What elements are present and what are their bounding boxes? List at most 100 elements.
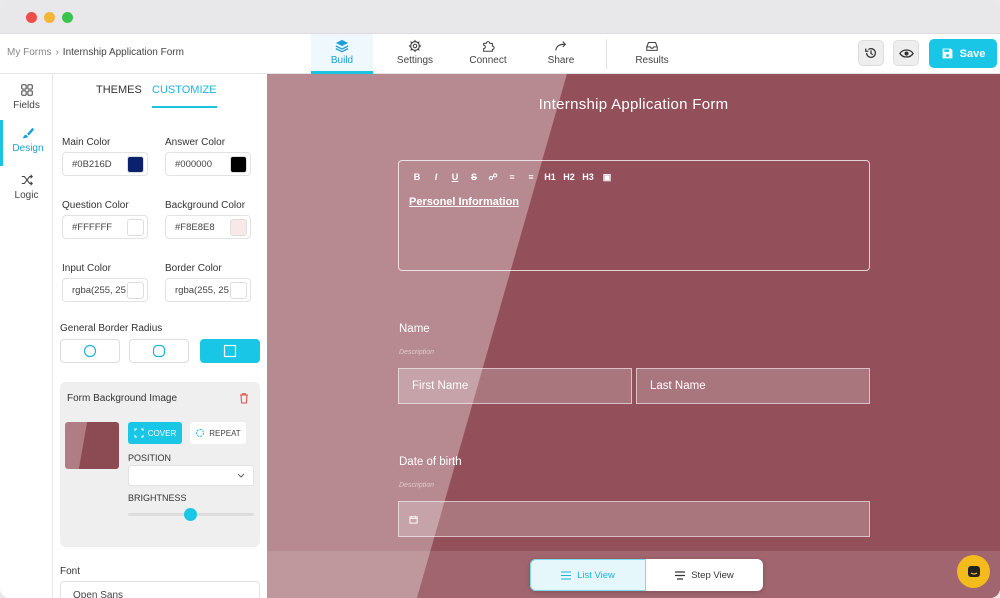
- save-label: Save: [959, 47, 986, 60]
- history-button[interactable]: [858, 40, 884, 66]
- link-icon[interactable]: ☍: [487, 172, 499, 183]
- input-color-value: rgba(255, 25: [72, 285, 126, 296]
- tab-results[interactable]: Results: [622, 34, 682, 74]
- background-color-label: Background Color: [165, 200, 246, 211]
- name-question-label[interactable]: Name: [399, 323, 430, 335]
- cover-button[interactable]: COVER: [128, 422, 182, 444]
- border-color-label: Border Color: [165, 263, 222, 274]
- chat-button[interactable]: [957, 555, 990, 588]
- dob-question-label[interactable]: Date of birth: [399, 456, 462, 468]
- dob-input[interactable]: [398, 501, 870, 537]
- step-view-button[interactable]: Step View: [646, 559, 763, 591]
- rail-fields[interactable]: Fields: [0, 77, 53, 123]
- first-name-input[interactable]: First Name: [398, 368, 632, 404]
- top-bar: My Forms › Internship Application Form Bui…: [0, 34, 1000, 74]
- border-color-value: rgba(255, 25: [175, 285, 229, 296]
- expand-icon: [134, 428, 144, 438]
- list-view-button[interactable]: List View: [530, 559, 646, 591]
- background-color-swatch[interactable]: [230, 219, 247, 236]
- position-select[interactable]: [128, 465, 254, 486]
- border-color-field[interactable]: rgba(255, 25: [165, 278, 251, 302]
- heading2-icon[interactable]: H2: [563, 172, 575, 183]
- strikethrough-icon[interactable]: S: [468, 172, 480, 183]
- main-color-field[interactable]: #0B216D: [62, 152, 148, 176]
- app-window: My Forms › Internship Application Form Bui…: [0, 0, 1000, 598]
- form-canvas: Internship Application Form B I U S ☍ ≡ …: [267, 74, 1000, 598]
- tab-build-label: Build: [330, 55, 354, 66]
- view-toggle: List View Step View: [530, 559, 763, 591]
- font-select[interactable]: Open Sans: [60, 581, 260, 598]
- layers-icon: [335, 39, 349, 53]
- ordered-list-icon[interactable]: ≡: [506, 172, 518, 183]
- cover-label: COVER: [147, 428, 177, 438]
- answer-color-swatch[interactable]: [230, 156, 247, 173]
- font-value: Open Sans: [73, 590, 124, 598]
- radius-rounded-button[interactable]: [129, 339, 189, 363]
- steps-icon: [675, 570, 686, 580]
- nav-divider: [606, 39, 607, 69]
- tab-build[interactable]: Build: [311, 34, 373, 74]
- preview-button[interactable]: [893, 40, 919, 66]
- trash-icon[interactable]: [238, 392, 250, 404]
- radius-round-button[interactable]: [60, 339, 120, 363]
- radius-square-button[interactable]: [200, 339, 260, 363]
- history-icon: [865, 48, 876, 58]
- unordered-list-icon[interactable]: ≡: [525, 172, 537, 183]
- tab-themes[interactable]: THEMES: [96, 84, 142, 108]
- rail-design[interactable]: Design: [0, 120, 53, 166]
- repeat-button[interactable]: REPEAT: [190, 422, 246, 444]
- rich-text-editor[interactable]: B I U S ☍ ≡ ≡ H1 H2 H3 ▣ Personel Inform…: [398, 160, 870, 271]
- last-name-input[interactable]: Last Name: [636, 368, 870, 404]
- border-color-swatch[interactable]: [230, 282, 247, 299]
- eye-icon: [898, 48, 914, 58]
- position-label: POSITION: [128, 453, 172, 463]
- tab-connect-label: Connect: [469, 55, 507, 66]
- tab-settings[interactable]: Settings: [385, 34, 445, 74]
- background-color-field[interactable]: #F8E8E8: [165, 215, 251, 239]
- save-button[interactable]: Save: [929, 39, 997, 68]
- heading1-icon[interactable]: H1: [544, 172, 556, 183]
- chevron-down-icon: [237, 473, 245, 478]
- image-icon[interactable]: ▣: [601, 172, 613, 183]
- rounded-square-icon: [152, 344, 166, 358]
- answer-color-field[interactable]: #000000: [165, 152, 251, 176]
- rail-logic[interactable]: Logic: [0, 167, 53, 213]
- underline-icon[interactable]: U: [449, 172, 461, 183]
- question-color-field[interactable]: #FFFFFF: [62, 215, 148, 239]
- brightness-slider-thumb[interactable]: [184, 508, 197, 521]
- dob-description[interactable]: Description: [399, 482, 434, 489]
- name-description[interactable]: Description: [399, 349, 434, 356]
- heading3-icon[interactable]: H3: [582, 172, 594, 183]
- bold-icon[interactable]: B: [411, 172, 423, 183]
- rail-design-label: Design: [12, 143, 44, 154]
- repeat-icon: [196, 429, 205, 437]
- form-title[interactable]: Internship Application Form: [267, 96, 1000, 113]
- input-color-label: Input Color: [62, 263, 111, 274]
- list-view-label: List View: [577, 569, 615, 581]
- input-color-swatch[interactable]: [127, 282, 144, 299]
- square-icon: [223, 344, 237, 358]
- input-color-field[interactable]: rgba(255, 25: [62, 278, 148, 302]
- breadcrumb-root[interactable]: My Forms: [7, 47, 51, 58]
- chat-icon: [967, 565, 980, 577]
- tab-customize[interactable]: CUSTOMIZE: [152, 84, 217, 108]
- question-color-swatch[interactable]: [127, 219, 144, 236]
- title-bar: [0, 0, 1000, 34]
- question-color-label: Question Color: [62, 200, 129, 211]
- editor-text[interactable]: Personel Information: [409, 196, 519, 208]
- minimize-window-button[interactable]: [44, 12, 55, 23]
- close-window-button[interactable]: [26, 12, 37, 23]
- gear-icon: [408, 39, 422, 53]
- italic-icon[interactable]: I: [430, 172, 442, 183]
- tab-share[interactable]: Share: [531, 34, 591, 74]
- save-icon: [942, 48, 953, 59]
- tab-connect[interactable]: Connect: [458, 34, 518, 74]
- background-color-value: #F8E8E8: [175, 222, 215, 233]
- maximize-window-button[interactable]: [62, 12, 73, 23]
- tab-share-label: Share: [547, 55, 575, 66]
- puzzle-icon: [483, 41, 495, 52]
- tab-results-label: Results: [635, 55, 669, 66]
- background-image-thumbnail[interactable]: [65, 422, 119, 469]
- answer-color-value: #000000: [175, 159, 212, 170]
- main-color-swatch[interactable]: [127, 156, 144, 173]
